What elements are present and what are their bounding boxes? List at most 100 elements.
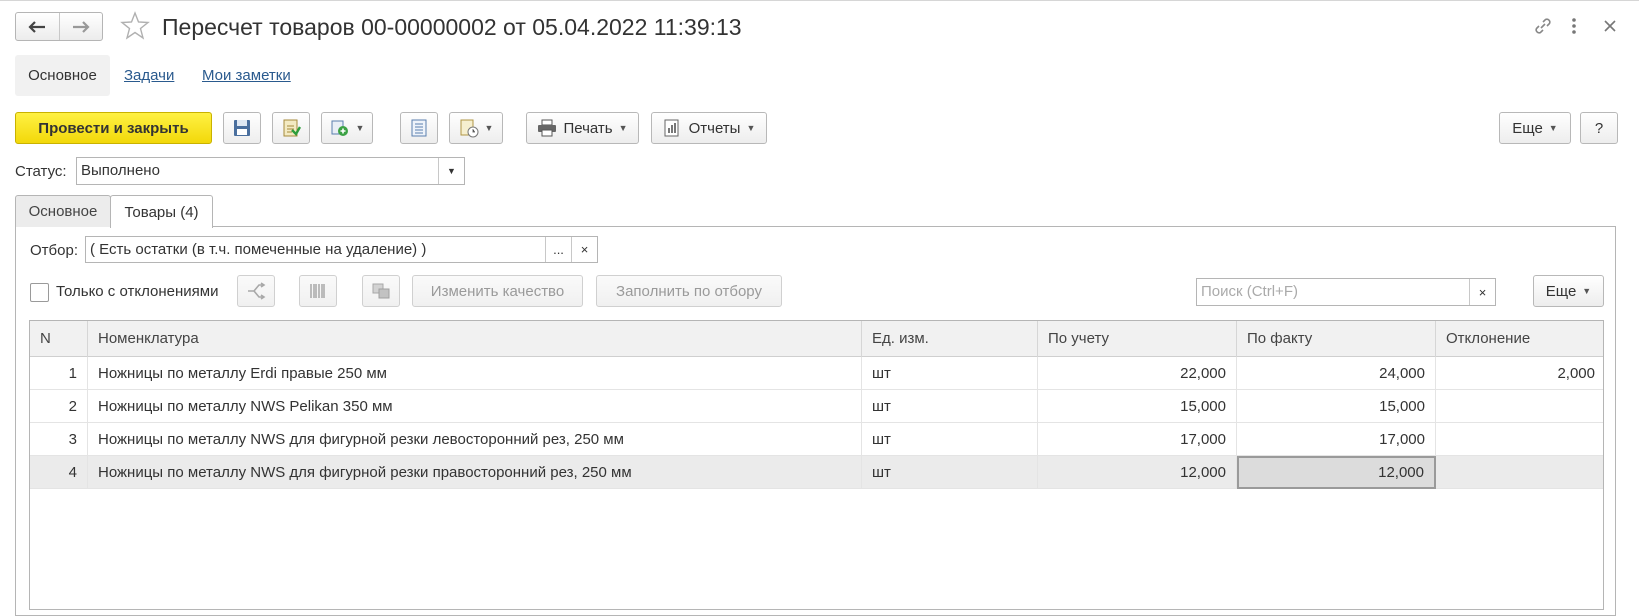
only-deviations-checkbox[interactable] (30, 283, 49, 302)
post-button[interactable] (272, 112, 310, 144)
print-button[interactable]: Печать ▼ (526, 112, 639, 144)
cell-book: 15,000 (1038, 390, 1237, 423)
table-header: N Номенклатура Ед. изм. По учету По факт… (30, 321, 1603, 357)
cell-nomenclature[interactable]: Ножницы по металлу NWS для фигурной резк… (88, 423, 862, 456)
filter-label: Отбор: (30, 242, 78, 259)
cell-n: 4 (30, 456, 88, 489)
change-quality-button[interactable]: Изменить качество (412, 275, 583, 307)
top-border (0, 0, 1639, 1)
cell-n: 2 (30, 390, 88, 423)
search-input[interactable]: Поиск (Ctrl+F) × (1196, 278, 1496, 306)
cell-deviation: 2,000 (1557, 365, 1595, 382)
cell-deviation (1436, 456, 1603, 489)
column-header-deviation[interactable]: Отклонение (1436, 321, 1603, 357)
back-button[interactable] (16, 13, 59, 40)
more-vertical-icon[interactable] (1562, 14, 1586, 38)
chevron-down-icon[interactable]: ▼ (438, 158, 464, 184)
status-value: Выполнено (81, 162, 160, 179)
create-based-icon (331, 120, 348, 136)
cell-unit[interactable]: шт (862, 456, 1038, 489)
column-header-nomenclature[interactable]: Номенклатура (88, 321, 862, 357)
filter-select-button[interactable]: ... (545, 237, 571, 262)
fill-by-filter-button[interactable]: Заполнить по отбору (596, 275, 782, 307)
cell-deviation (1436, 423, 1603, 456)
create-based-on-button[interactable]: ▼ (321, 112, 373, 144)
cell-n: 1 (30, 357, 88, 390)
page-tab-notes[interactable]: Мои заметки (202, 67, 291, 84)
attachments-button[interactable]: ▼ (449, 112, 503, 144)
post-document-icon (283, 119, 301, 137)
chevron-down-icon: ▼ (355, 123, 365, 133)
filter-value: ( Есть остатки (в т.ч. помеченные на уда… (90, 241, 427, 258)
forward-button[interactable] (58, 13, 103, 40)
cell-fact-active[interactable]: 12,000 (1237, 456, 1436, 489)
close-icon[interactable] (1598, 14, 1622, 38)
structure-button[interactable] (400, 112, 438, 144)
cell-book: 12,000 (1038, 456, 1237, 489)
goods-more-label: Еще (1545, 282, 1577, 300)
floppy-disk-icon (234, 120, 250, 136)
cell-book: 22,000 (1038, 357, 1237, 390)
document-title: Пересчет товаров 00-00000002 от 05.04.20… (162, 14, 742, 40)
table-row[interactable]: 3 Ножницы по металлу NWS для фигурной ре… (30, 423, 1603, 456)
cell-unit[interactable]: шт (862, 357, 1038, 390)
tab-goods[interactable]: Товары (4) (110, 195, 213, 228)
cell-nomenclature[interactable]: Ножницы по металлу NWS для фигурной резк… (88, 456, 862, 489)
table-row-selected[interactable]: 4 Ножницы по металлу NWS для фигурной ре… (30, 456, 1603, 489)
post-and-close-button[interactable]: Провести и закрыть (15, 112, 212, 144)
cell-nomenclature[interactable]: Ножницы по металлу Erdi правые 250 мм (88, 357, 862, 390)
cell-fact[interactable]: 15,000 (1237, 390, 1436, 423)
post-and-close-label: Провести и закрыть (38, 119, 189, 137)
help-label: ? (1594, 119, 1604, 137)
reports-label: Отчеты (688, 119, 741, 137)
column-header-fact[interactable]: По факту (1237, 321, 1436, 357)
arrow-right-icon (72, 20, 90, 33)
chevron-down-icon: ▼ (1548, 123, 1558, 133)
barcode-button[interactable] (299, 275, 337, 307)
search-clear-icon[interactable]: × (1469, 279, 1495, 305)
list-document-icon (411, 119, 427, 137)
barcode-icon (310, 284, 325, 298)
help-button[interactable]: ? (1580, 112, 1618, 144)
table-row[interactable]: 1 Ножницы по металлу Erdi правые 250 мм … (30, 357, 1603, 390)
report-icon (664, 119, 679, 137)
printer-icon (538, 119, 557, 137)
filter-field[interactable]: ( Есть остатки (в т.ч. помеченные на уда… (85, 236, 598, 263)
goods-more-button[interactable]: Еще ▼ (1533, 275, 1604, 307)
filter-clear-icon[interactable]: × (571, 237, 597, 262)
copy-rows-button[interactable] (362, 275, 400, 307)
chevron-down-icon: ▼ (484, 123, 494, 133)
reports-button[interactable]: Отчеты ▼ (651, 112, 767, 144)
cell-fact[interactable]: 24,000 (1237, 357, 1436, 390)
tab-main[interactable]: Основное (15, 195, 111, 227)
chevron-down-icon: ▼ (746, 123, 756, 133)
column-header-book[interactable]: По учету (1038, 321, 1237, 357)
arrow-left-icon (28, 20, 46, 33)
cell-fact[interactable]: 17,000 (1237, 423, 1436, 456)
cell-unit[interactable]: шт (862, 390, 1038, 423)
more-label: Еще (1512, 119, 1543, 137)
split-button[interactable] (237, 275, 275, 307)
search-placeholder: Поиск (Ctrl+F) (1201, 283, 1298, 300)
print-label: Печать (563, 119, 613, 137)
cell-nomenclature[interactable]: Ножницы по металлу NWS Pelikan 350 мм (88, 390, 862, 423)
column-header-n[interactable]: N (30, 321, 88, 357)
link-icon[interactable] (1531, 14, 1555, 38)
document-clock-icon (460, 119, 479, 138)
split-arrows-icon (248, 282, 266, 300)
cell-n: 3 (30, 423, 88, 456)
page-tab-main[interactable]: Основное (15, 55, 110, 96)
cell-book: 17,000 (1038, 423, 1237, 456)
favorite-star-icon[interactable] (120, 11, 150, 41)
only-deviations-label: Только с отклонениями (56, 283, 219, 300)
chevron-down-icon: ▼ (1582, 286, 1592, 296)
history-nav (15, 12, 103, 41)
column-header-unit[interactable]: Ед. изм. (862, 321, 1038, 357)
save-button[interactable] (223, 112, 261, 144)
cell-unit[interactable]: шт (862, 423, 1038, 456)
page-tab-tasks[interactable]: Задачи (124, 67, 174, 84)
status-label: Статус: (15, 163, 67, 180)
status-select[interactable]: Выполнено ▼ (76, 157, 465, 185)
more-button[interactable]: Еще ▼ (1499, 112, 1571, 144)
table-row[interactable]: 2 Ножницы по металлу NWS Pelikan 350 мм … (30, 390, 1603, 423)
